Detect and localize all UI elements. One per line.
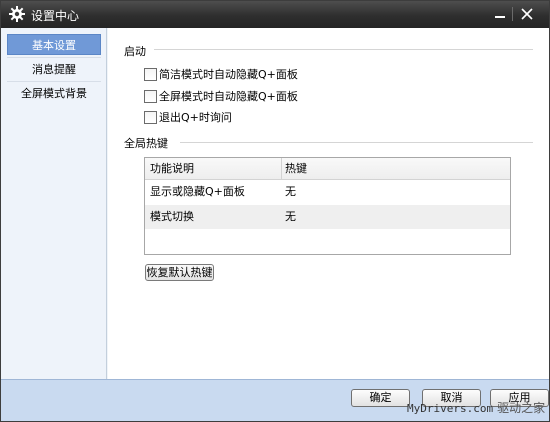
- table-row[interactable]: 模式切换 无: [145, 205, 510, 229]
- minimize-button[interactable]: [487, 4, 513, 24]
- row-function: 显示或隐藏Q+面板: [150, 185, 245, 198]
- settings-window: 设置中心 基本设置 消息提醒 全屏模式背景 启动 简洁模式时自动隐藏Q+面板 全…: [0, 0, 550, 422]
- sidebar-divider: [7, 57, 101, 58]
- close-button[interactable]: [514, 4, 540, 24]
- section-divider: [154, 49, 533, 50]
- site-watermark: MyDrivers.com 驱动之家: [407, 399, 545, 416]
- table-header: 功能说明 热键: [145, 158, 510, 180]
- sidebar-item-label: 基本设置: [32, 39, 76, 52]
- settings-sidebar: 基本设置 消息提醒 全屏模式背景: [1, 28, 107, 379]
- table-row[interactable]: 显示或隐藏Q+面板 无: [145, 180, 510, 204]
- sidebar-item-message-alerts[interactable]: 消息提醒: [7, 59, 101, 80]
- watermark-site: MyDrivers.com: [407, 402, 494, 415]
- sidebar-item-fullscreen-background[interactable]: 全屏模式背景: [7, 83, 101, 104]
- column-header-hotkey[interactable]: 热键: [285, 158, 307, 180]
- sidebar-divider: [7, 81, 101, 82]
- checkbox-label: 全屏模式时自动隐藏Q+面板: [159, 90, 298, 103]
- row-hotkey: 无: [285, 210, 296, 223]
- hotkeys-section-title: 全局热键: [124, 137, 168, 150]
- restore-default-hotkeys-button[interactable]: 恢复默认热键: [145, 264, 214, 281]
- startup-section-title: 启动: [124, 45, 146, 58]
- hide-panel-compact-checkbox[interactable]: 简洁模式时自动隐藏Q+面板: [144, 66, 298, 82]
- window-title: 设置中心: [31, 9, 80, 23]
- checkbox-box[interactable]: [144, 67, 157, 81]
- ok-button[interactable]: 确定: [351, 389, 410, 407]
- row-function: 模式切换: [150, 210, 194, 223]
- hide-panel-fullscreen-checkbox[interactable]: 全屏模式时自动隐藏Q+面板: [144, 88, 298, 104]
- watermark-brand: 驱动之家: [497, 401, 546, 415]
- checkbox-box[interactable]: [144, 110, 157, 124]
- checkbox-label: 简洁模式时自动隐藏Q+面板: [159, 68, 298, 81]
- hotkey-table: 功能说明 热键 显示或隐藏Q+面板 无 模式切换 无: [144, 157, 511, 255]
- sidebar-item-label: 消息提醒: [32, 63, 76, 76]
- title-bar: 设置中心: [1, 1, 549, 28]
- column-divider[interactable]: [281, 158, 282, 180]
- close-icon: [521, 8, 533, 20]
- title-button-divider: [512, 7, 513, 21]
- ask-on-exit-checkbox[interactable]: 退出Q+时询问: [144, 109, 232, 125]
- sidebar-item-basic-settings[interactable]: 基本设置: [7, 34, 101, 55]
- row-hotkey: 无: [285, 185, 296, 198]
- minimize-icon: [495, 16, 505, 18]
- column-header-function[interactable]: 功能说明: [150, 158, 194, 180]
- gear-icon: [9, 6, 25, 22]
- settings-content: 启动 简洁模式时自动隐藏Q+面板 全屏模式时自动隐藏Q+面板 退出Q+时询问 全…: [108, 28, 549, 379]
- checkbox-label: 退出Q+时询问: [159, 111, 232, 124]
- section-divider: [180, 142, 533, 143]
- sidebar-item-label: 全屏模式背景: [21, 87, 87, 100]
- checkbox-box[interactable]: [144, 89, 157, 103]
